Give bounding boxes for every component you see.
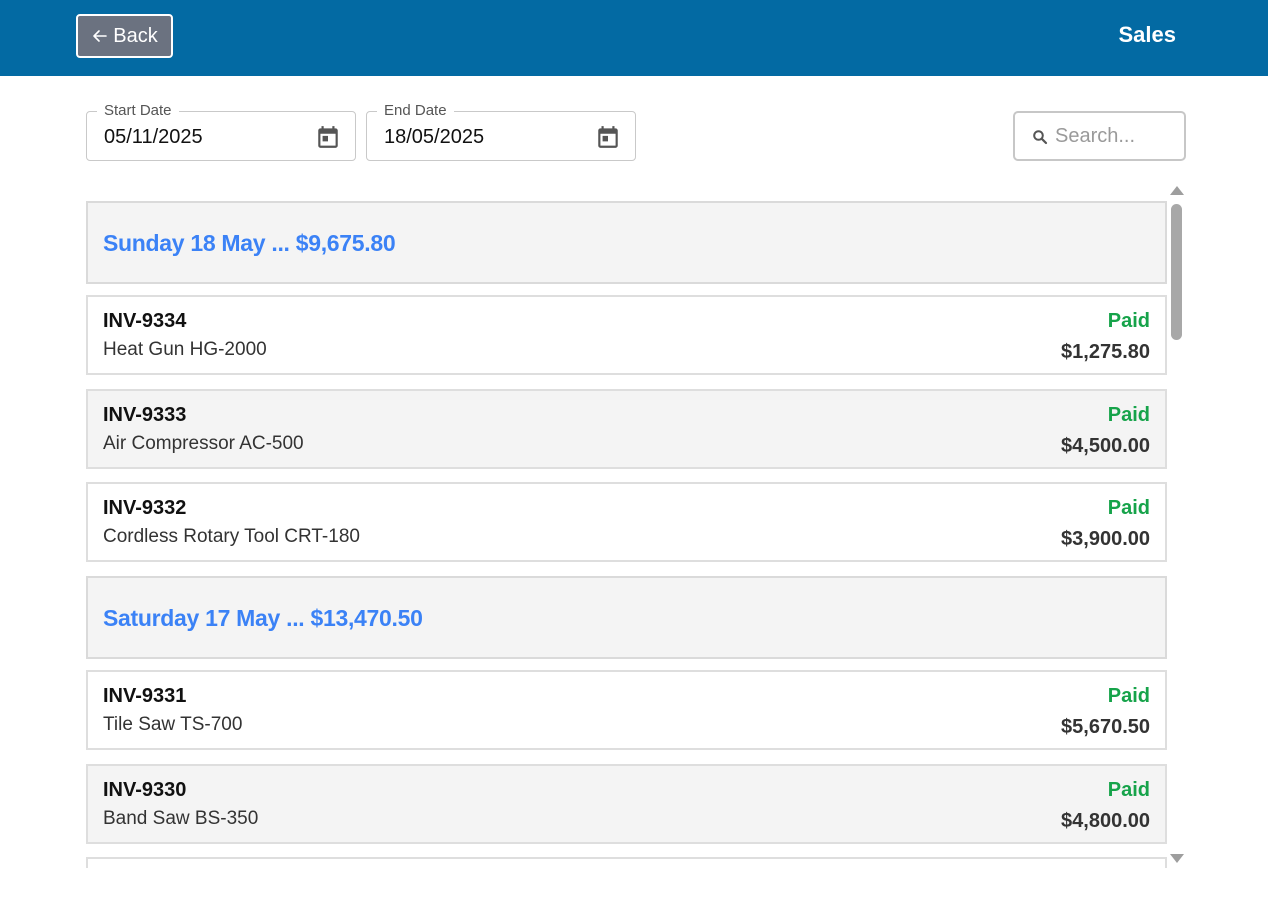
search-box[interactable]: [1013, 111, 1186, 161]
invoice-number: INV-9334: [103, 310, 187, 332]
invoice-number: INV-9332: [103, 497, 187, 519]
page-title: Sales: [1118, 22, 1177, 47]
scroll-down-arrow-icon[interactable]: [1170, 854, 1184, 863]
invoice-number: INV-9331: [103, 685, 187, 707]
group-header[interactable]: Saturday 17 May ... $13,470.50: [86, 576, 1167, 659]
group-header[interactable]: Sunday 18 May ... $9,675.80: [86, 201, 1167, 284]
calendar-icon[interactable]: [315, 124, 341, 150]
invoice-amount: $5,670.50: [1061, 716, 1150, 738]
end-date-field[interactable]: End Date 18/05/2025: [366, 102, 636, 161]
invoice-row[interactable]: INV-9330 Band Saw BS-350 Paid $4,800.00: [86, 764, 1167, 844]
search-icon: [1033, 130, 1048, 145]
invoice-amount: $4,500.00: [1061, 435, 1150, 457]
product-name: Tile Saw TS-700: [103, 714, 243, 735]
status-badge: Paid: [1107, 685, 1150, 707]
status-badge: Paid: [1107, 310, 1150, 332]
invoice-amount: $3,900.00: [1061, 528, 1150, 550]
invoice-row[interactable]: INV-9333 Air Compressor AC-500 Paid $4,5…: [86, 389, 1167, 469]
invoice-amount: $1,275.80: [1061, 341, 1150, 363]
top-bar: Back Sales: [0, 0, 1268, 76]
status-badge: Paid: [1107, 497, 1150, 519]
product-name: Band Saw BS-350: [103, 808, 259, 829]
product-name: Air Compressor AC-500: [103, 433, 304, 454]
back-label: Back: [113, 24, 158, 47]
end-date-value[interactable]: 18/05/2025: [384, 126, 484, 149]
invoice-row[interactable]: INV-9332 Cordless Rotary Tool CRT-180 Pa…: [86, 482, 1167, 562]
invoice-row[interactable]: [86, 857, 1167, 868]
scrollbar[interactable]: [1168, 186, 1185, 868]
status-badge: Paid: [1107, 404, 1150, 426]
invoice-number: INV-9333: [103, 404, 187, 426]
calendar-icon[interactable]: [595, 124, 621, 150]
invoice-row[interactable]: INV-9331 Tile Saw TS-700 Paid $5,670.50: [86, 670, 1167, 750]
group-title: Sunday 18 May ... $9,675.80: [103, 230, 396, 256]
end-date-label: End Date: [377, 102, 454, 120]
sales-list: Sunday 18 May ... $9,675.80 INV-9334 Hea…: [86, 186, 1167, 868]
start-date-field[interactable]: Start Date 05/11/2025: [86, 102, 356, 161]
start-date-value[interactable]: 05/11/2025: [104, 126, 203, 149]
invoice-row[interactable]: INV-9334 Heat Gun HG-2000 Paid $1,275.80: [86, 295, 1167, 375]
invoice-amount: $4,800.00: [1061, 810, 1150, 832]
back-button[interactable]: Back: [76, 14, 173, 58]
scroll-thumb[interactable]: [1171, 204, 1182, 340]
scroll-up-arrow-icon[interactable]: [1170, 186, 1184, 195]
product-name: Cordless Rotary Tool CRT-180: [103, 526, 360, 547]
invoice-number: INV-9330: [103, 779, 187, 801]
product-name: Heat Gun HG-2000: [103, 339, 267, 360]
group-title: Saturday 17 May ... $13,470.50: [103, 605, 423, 631]
start-date-label: Start Date: [97, 102, 179, 120]
search-input[interactable]: [1055, 123, 1175, 149]
status-badge: Paid: [1107, 779, 1150, 801]
arrow-left-icon: [93, 30, 108, 42]
